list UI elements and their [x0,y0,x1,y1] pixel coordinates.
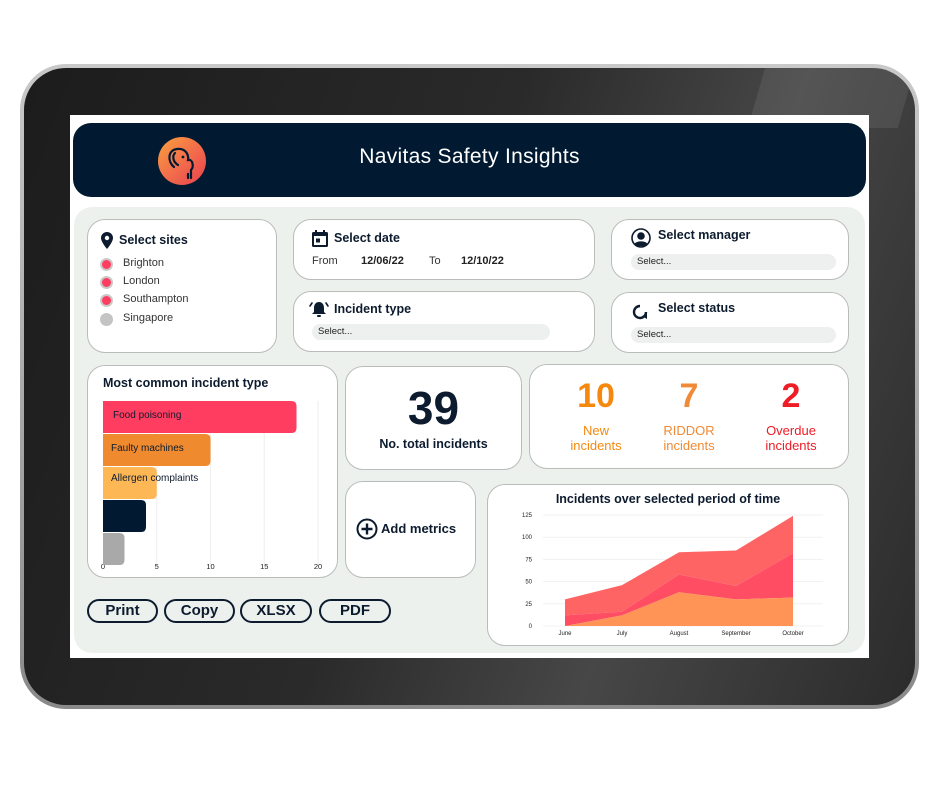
incident-type-select[interactable]: Select... [312,324,550,340]
area-x-tick: August [670,631,689,637]
area-y-tick: 50 [525,580,532,586]
date-from-label: From [312,255,338,267]
dashboard-panel: Select sites Brighton London Southampton… [74,207,865,653]
refresh-icon [632,304,648,320]
bar-x-tick: 15 [260,562,268,571]
site-checkbox[interactable] [100,313,113,326]
select-date-title: Select date [334,231,401,245]
area-y-tick: 0 [529,624,533,630]
area-y-tick: 125 [522,513,533,519]
select-manager-title: Select manager [658,228,751,242]
bar-label: Food poisoning [113,410,182,421]
select-date-card: Select date From 12/06/22 To 12/10/22 [293,219,595,280]
print-button[interactable]: Print [87,599,158,623]
add-metrics-label: Add metrics [381,521,457,536]
xlsx-button[interactable]: XLSX [240,599,312,623]
calendar-icon [312,230,328,247]
total-incidents-label: No. total incidents [379,437,488,451]
bar-label: Faulty machines [111,443,184,454]
date-to-label: To [429,255,441,267]
area-x-tick: July [617,631,628,637]
app-header: Navitas Safety Insights [73,123,866,197]
site-checkbox[interactable] [100,276,113,289]
area-y-tick: 100 [522,535,533,541]
site-label: Singapore [123,312,174,324]
manager-select[interactable]: Select... [631,254,836,270]
user-avatar-icon [631,228,651,248]
incident-status-card: 10 New incidents 7 RIDDOR incidents 2 Ov… [529,364,849,469]
select-manager-card: Select manager Select... [611,219,849,280]
area-x-tick: June [558,631,572,637]
riddor-incidents-label-2: incidents [663,438,715,453]
dashboard-screen: Navitas Safety Insights Select sites Bri… [70,115,869,658]
alarm-bell-icon [309,302,329,317]
new-incidents-label-1: New [582,423,609,438]
pdf-button[interactable]: PDF [319,599,391,623]
overdue-incidents-value: 2 [781,377,801,415]
bar-x-tick: 20 [314,562,322,571]
area-x-tick: September [721,631,750,637]
incidents-over-time-card: Incidents over selected period of time 0… [487,484,849,646]
new-incidents-value: 10 [577,377,615,415]
incident-type-chart-card: Most common incident type 0 5 10 15 20 Food … [87,365,338,578]
date-to-input[interactable]: 12/10/22 [461,255,504,267]
bar [103,533,125,565]
select-status-card: Select status Select... [611,292,849,353]
site-checkbox[interactable] [100,258,113,271]
riddor-incidents-label-1: RIDDOR [663,423,715,438]
copy-button[interactable]: Copy [164,599,235,623]
bar [103,500,146,532]
area-y-tick: 25 [525,602,532,608]
site-checkbox[interactable] [100,294,113,307]
total-incidents-value: 39 [407,382,460,434]
new-incidents-label-2: incidents [570,438,622,453]
riddor-incidents-label: RIDDOR incidents [645,423,733,453]
add-metrics-button[interactable]: Add metrics [345,481,476,578]
area-chart: 0 25 50 75 100 125 June July August September Octo… [522,513,823,637]
overdue-incidents-label-2: incidents [765,438,817,453]
status-select[interactable]: Select... [631,327,836,343]
overdue-incidents-label: Overdue incidents [745,423,837,453]
area-y-tick: 75 [525,557,532,563]
total-incidents-card: 39 No. total incidents [345,366,522,470]
site-label: Southampton [123,293,189,305]
map-pin-icon [101,232,113,249]
site-label: Brighton [123,257,164,269]
area-x-tick: October [782,631,803,637]
overdue-incidents-label-1: Overdue [766,423,816,438]
incident-type-title: Incident type [334,302,412,316]
select-status-title: Select status [658,301,736,315]
select-sites-card: Select sites Brighton London Southampton… [87,219,277,353]
new-incidents-label: New incidents [552,423,640,453]
app-title: Navitas Safety Insights [359,145,580,168]
plus-circle-icon [356,518,378,540]
select-sites-title: Select sites [119,233,188,247]
bar-x-tick: 10 [206,562,214,571]
riddor-incidents-value: 7 [679,377,699,415]
incident-type-card: Incident type Select... [293,291,595,352]
site-label: London [123,275,160,287]
bar-x-tick: 5 [155,562,159,571]
bar-label: Allergen complaints [111,473,199,484]
date-from-input[interactable]: 12/06/22 [361,255,404,267]
